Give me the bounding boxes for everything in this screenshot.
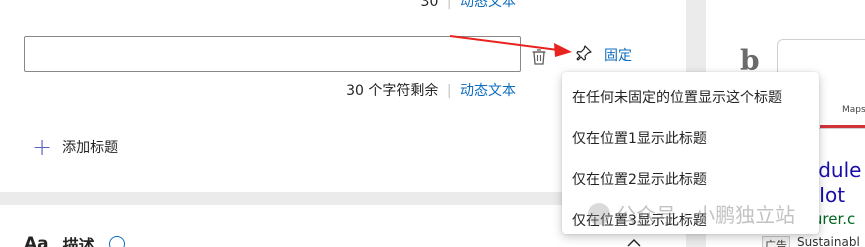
watermark-logo-icon <box>588 202 610 225</box>
add-headline-label: 添加标题 <box>62 140 119 156</box>
plus-icon: + <box>32 133 53 161</box>
menu-item-any-position[interactable]: 在任何未固定的位置显示这个标题 <box>562 76 819 117</box>
char-counter: 30 个字符剩余 | 动态文本 <box>346 83 516 99</box>
dynamic-text-link-top[interactable]: 动态文本 <box>460 0 516 10</box>
maps-tab: Maps <box>842 105 865 115</box>
description-label: 描述 <box>62 236 95 247</box>
menu-item-position-2[interactable]: 仅在位置2显示此标题 <box>562 158 819 199</box>
pin-button[interactable]: 固定 <box>604 45 632 65</box>
description-header[interactable]: Aa 描述 <box>24 232 125 247</box>
red-arrow-annotation <box>449 35 572 57</box>
info-icon[interactable] <box>108 236 125 247</box>
dynamic-text-link[interactable]: 动态文本 <box>460 83 516 99</box>
text-format-icon: Aa <box>24 234 49 247</box>
watermark: 公众号 · 小鹏独立站 <box>588 199 795 228</box>
headline-input[interactable] <box>24 36 521 72</box>
active-tab-indicator <box>820 125 865 128</box>
menu-item-position-1[interactable]: 仅在位置1显示此标题 <box>562 117 819 158</box>
add-headline-button[interactable]: + 添加标题 <box>32 133 119 161</box>
char-counter-top: 30 | 动态文本 <box>421 0 516 11</box>
